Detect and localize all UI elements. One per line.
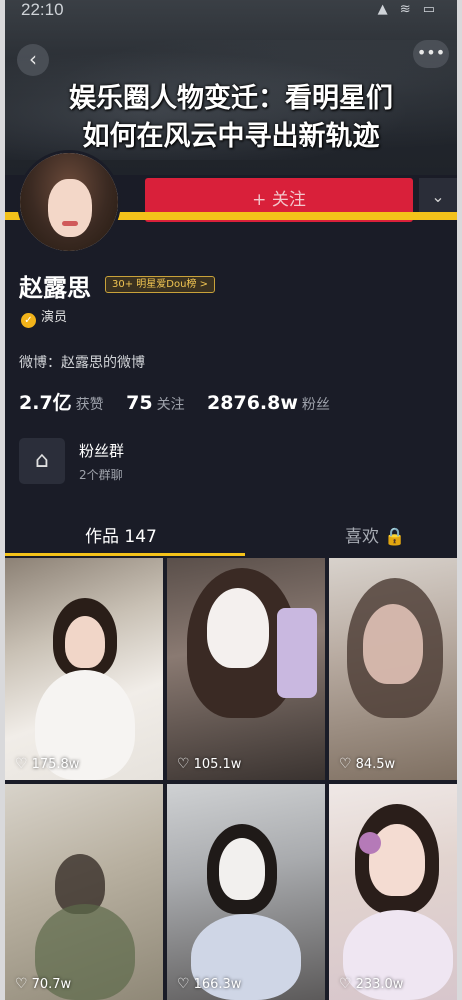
status-icons: ▲ ≋ ▭ xyxy=(377,2,439,17)
fans-group-subtitle: 2个群聊 xyxy=(79,468,123,482)
rank-badge[interactable]: 30+ 明星爱Dou榜 > xyxy=(105,276,215,293)
video-thumbnail[interactable]: ♡ 175.8w xyxy=(5,558,163,780)
stats-row: 2.7亿 获赞 75 关注 2876.8w 粉丝 xyxy=(19,388,348,415)
headline-overlay: 娱乐圈人物变迁：看明星们 如何在风云中寻出新轨迹 xyxy=(5,80,457,156)
verify-label: 演员 xyxy=(41,310,68,325)
video-thumbnail[interactable]: ♡ 233.0w xyxy=(329,784,457,1000)
status-time: 22:10 xyxy=(21,0,64,19)
like-count: 70.7w xyxy=(31,977,72,992)
video-likes: ♡ 70.7w xyxy=(15,976,71,992)
video-likes: ♡ 84.5w xyxy=(339,756,395,772)
weibo-link[interactable]: 微博：赵露思的微博 xyxy=(19,352,145,372)
headline-line-1: 娱乐圈人物变迁：看明星们 xyxy=(69,83,393,114)
stat-likes[interactable]: 2.7亿 获赞 xyxy=(19,392,104,414)
heart-icon: ♡ xyxy=(339,976,352,992)
stat-following[interactable]: 75 关注 xyxy=(126,392,185,414)
fans-group-title: 粉丝群 xyxy=(79,442,125,460)
video-thumbnail[interactable]: ♡ 105.1w xyxy=(167,558,325,780)
chevron-left-icon: ‹ xyxy=(29,47,37,71)
thumbnail-face xyxy=(65,616,105,668)
thumbnail-flower xyxy=(359,832,381,854)
tab-works[interactable]: 作品 147 xyxy=(85,522,157,547)
video-thumbnail[interactable]: ♡ 84.5w xyxy=(329,558,457,780)
stat-label: 粉丝 xyxy=(301,397,330,413)
active-tab-indicator xyxy=(5,553,245,556)
verified-icon: ✓ xyxy=(21,313,36,328)
video-likes: ♡ 105.1w xyxy=(177,756,241,772)
tab-likes[interactable]: 喜欢 🔒 xyxy=(345,522,406,547)
like-count: 84.5w xyxy=(355,757,396,772)
video-likes: ♡ 175.8w xyxy=(15,756,79,772)
video-likes: ♡ 166.3w xyxy=(177,976,241,992)
stat-followers[interactable]: 2876.8w 粉丝 xyxy=(207,392,330,414)
avatar-lips xyxy=(62,221,78,226)
ellipsis-icon: ••• xyxy=(416,43,446,62)
heart-icon: ♡ xyxy=(15,756,28,772)
avatar-face xyxy=(48,179,92,237)
more-button[interactable]: ••• xyxy=(413,40,449,68)
heart-icon: ♡ xyxy=(339,756,352,772)
heart-icon: ♡ xyxy=(15,976,28,992)
stat-value: 2876.8w xyxy=(207,392,298,414)
stat-label: 关注 xyxy=(156,397,185,413)
like-count: 175.8w xyxy=(31,757,80,772)
thumbnail-face xyxy=(363,604,423,684)
like-count: 233.0w xyxy=(355,977,404,992)
stat-value: 2.7亿 xyxy=(19,392,72,414)
video-thumbnail[interactable]: ♡ 70.7w xyxy=(5,784,163,1000)
chevron-down-icon: ⌄ xyxy=(431,187,445,206)
thumbnail-phone xyxy=(277,608,317,698)
like-count: 166.3w xyxy=(193,977,242,992)
heart-icon: ♡ xyxy=(177,976,190,992)
back-button[interactable]: ‹ xyxy=(17,44,49,76)
like-count: 105.1w xyxy=(193,757,242,772)
verification-row: ✓ 演员 xyxy=(21,306,67,328)
profile-screen: 22:10 ▲ ≋ ▭ ‹ ••• 娱乐圈人物变迁：看明星们 如何在风云中寻出新… xyxy=(5,0,457,1000)
avatar[interactable] xyxy=(17,150,121,254)
video-likes: ♡ 233.0w xyxy=(339,976,403,992)
thumbnail-face xyxy=(207,588,269,668)
group-chat-icon: ⌂ xyxy=(19,438,65,484)
profile-name: 赵露思 xyxy=(19,274,91,302)
stat-value: 75 xyxy=(126,392,153,414)
heart-icon: ♡ xyxy=(177,756,190,772)
stat-label: 获赞 xyxy=(75,397,104,413)
video-thumbnail[interactable]: ♡ 166.3w xyxy=(167,784,325,1000)
thumbnail-face xyxy=(219,838,265,900)
